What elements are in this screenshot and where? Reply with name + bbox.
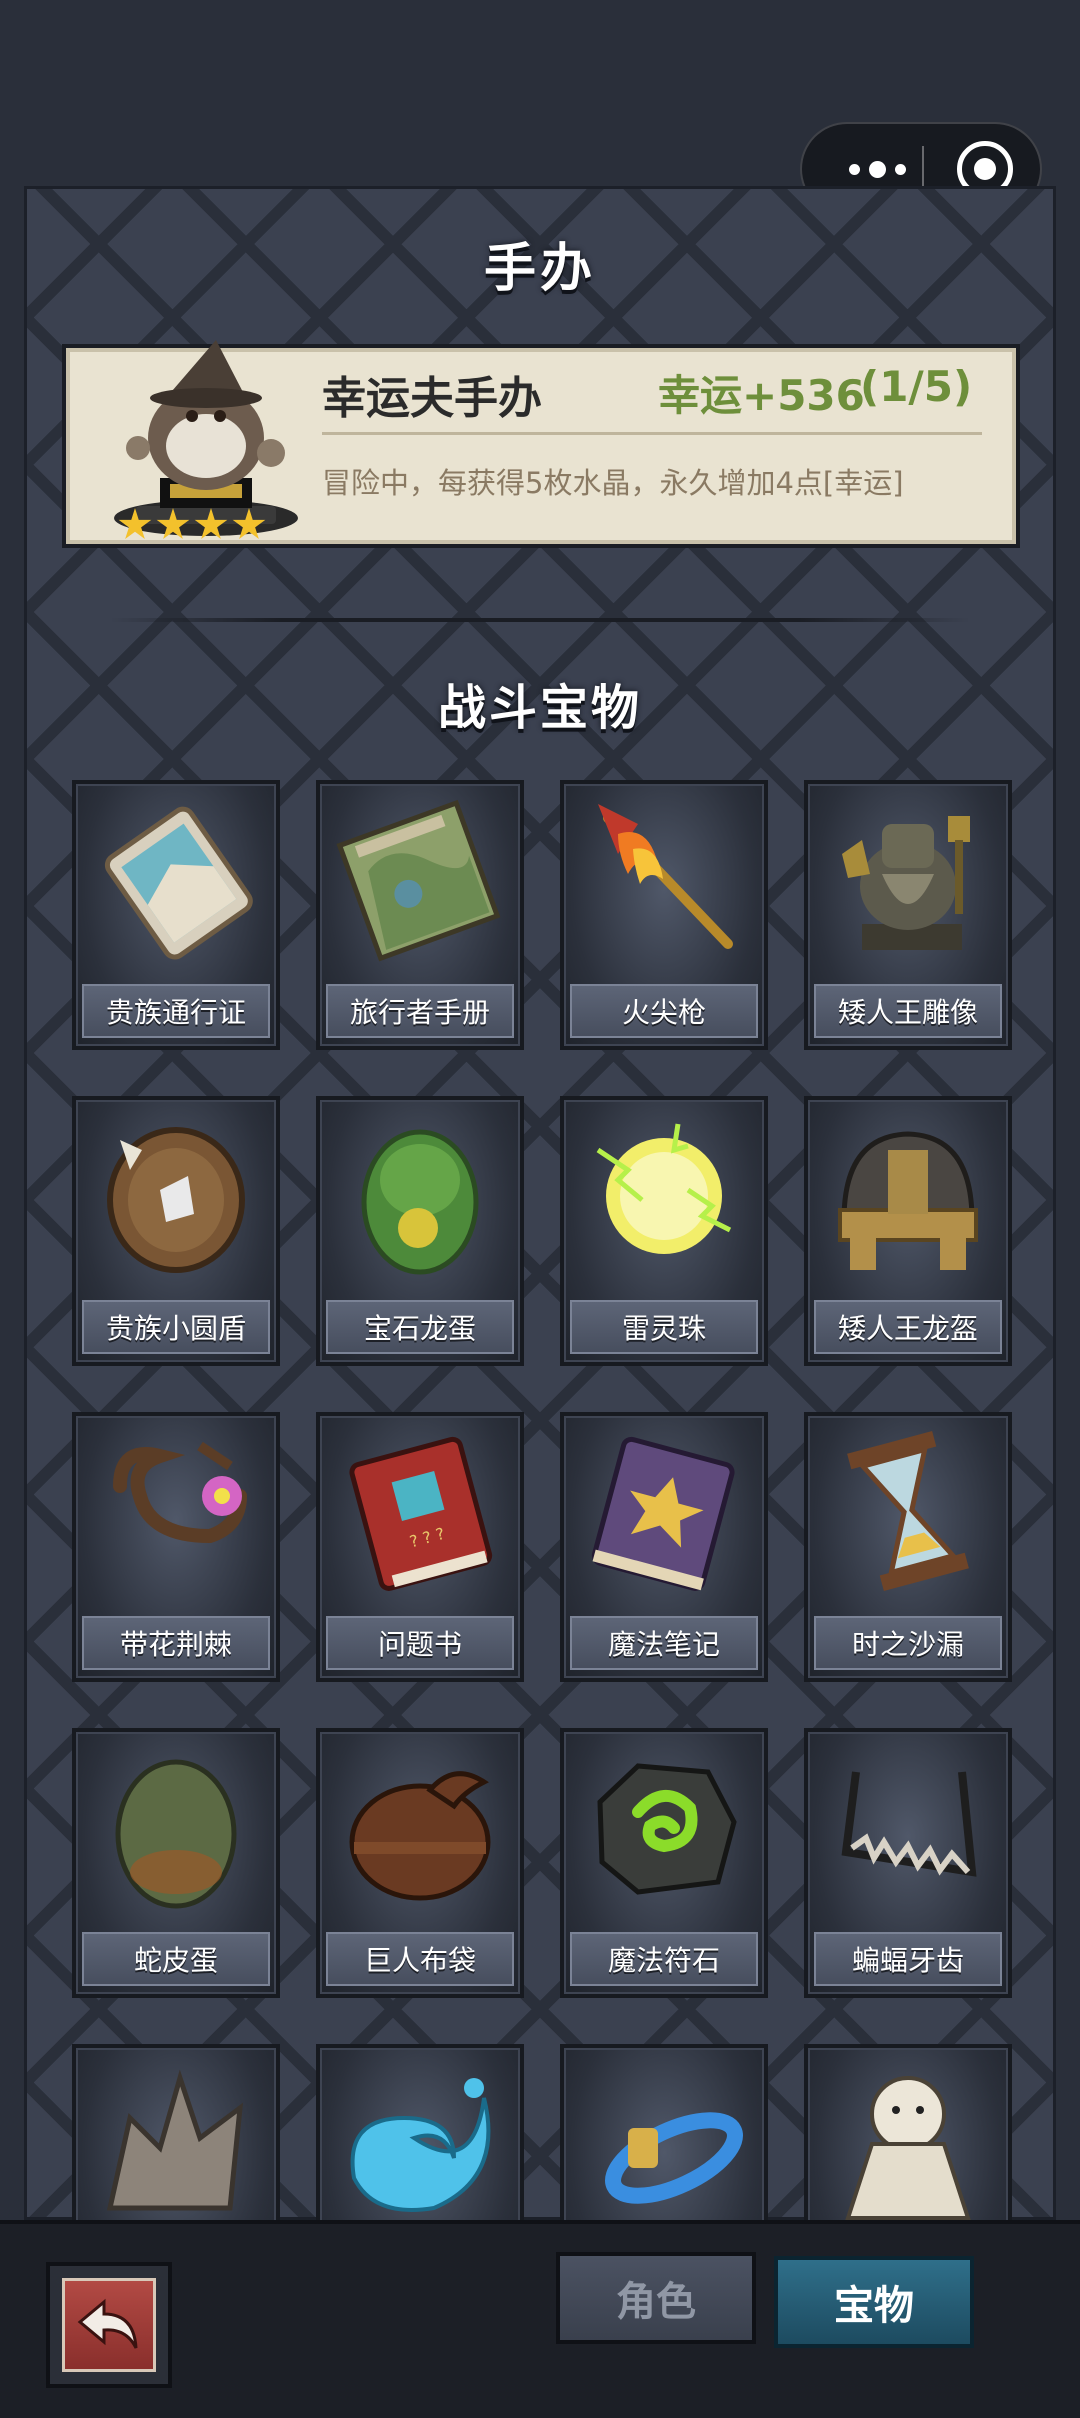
item-label: 蝙蝠牙齿 bbox=[814, 1932, 1002, 1986]
item-label: 巨人布袋 bbox=[326, 1932, 514, 1986]
treasure-item[interactable] bbox=[804, 2044, 1012, 2220]
item-label: 魔法笔记 bbox=[570, 1616, 758, 1670]
item-label: 宝石龙蛋 bbox=[326, 1300, 514, 1354]
treasure-item[interactable] bbox=[316, 2044, 524, 2220]
section-divider bbox=[110, 618, 970, 622]
thorn-flower-icon bbox=[113, 1441, 247, 1544]
treasure-item[interactable]: 蛇皮蛋 bbox=[72, 1728, 280, 1998]
back-arrow-icon bbox=[77, 2298, 138, 2349]
figure-name: 幸运夫手办 bbox=[322, 373, 542, 424]
item-label: 魔法符石 bbox=[570, 1932, 758, 1986]
treasure-item[interactable]: 宝石龙蛋 bbox=[316, 1096, 524, 1366]
figure-progress: (1/5) bbox=[860, 362, 973, 411]
treasure-item[interactable]: 时之沙漏 bbox=[804, 1412, 1012, 1682]
treasure-item[interactable]: 魔法笔记 bbox=[560, 1412, 768, 1682]
treasure-item[interactable]: 矮人王龙盔 bbox=[804, 1096, 1012, 1366]
figure-card[interactable]: 幸运夫手办 幸运+536 (1/5) 冒险中，每获得5枚水晶，永久增加4点[幸运… bbox=[62, 340, 1020, 548]
item-label: 贵族小圆盾 bbox=[82, 1300, 270, 1354]
treasure-item[interactable]: 魔法符石 bbox=[560, 1728, 768, 1998]
dwarf-helmet-icon bbox=[838, 1131, 978, 1270]
treasure-item[interactable]: 旅行者手册 bbox=[316, 780, 524, 1050]
treasure-item[interactable]: 矮人王雕像 bbox=[804, 780, 1012, 1050]
item-label: 问题书 bbox=[326, 1616, 514, 1670]
hourglass-icon bbox=[847, 1431, 969, 1591]
tab-treasure[interactable]: 宝物 bbox=[774, 2256, 974, 2348]
fire-spear-icon bbox=[598, 804, 733, 949]
treasure-item[interactable]: 蝙蝠牙齿 bbox=[804, 1728, 1012, 1998]
item-label: 带花荆棘 bbox=[82, 1616, 270, 1670]
spiky-scale-icon bbox=[106, 2069, 244, 2211]
back-button[interactable] bbox=[46, 2262, 172, 2388]
round-shield-icon bbox=[107, 1127, 245, 1273]
treasure-item[interactable] bbox=[560, 2044, 768, 2220]
water-splash-icon bbox=[350, 2078, 491, 2212]
bat-teeth-icon bbox=[841, 1771, 977, 1877]
star-icon bbox=[156, 508, 190, 539]
treasure-item[interactable] bbox=[72, 2044, 280, 2220]
item-label: 矮人王雕像 bbox=[814, 984, 1002, 1038]
page-title: 手办 bbox=[483, 239, 596, 299]
treasure-item[interactable]: ? ? ? 问题书 bbox=[316, 1412, 524, 1682]
back-button-face bbox=[62, 2278, 156, 2372]
item-label: 贵族通行证 bbox=[82, 984, 270, 1038]
item-label: 火尖枪 bbox=[570, 984, 758, 1038]
red-book-icon: ? ? ? bbox=[349, 1436, 493, 1591]
map-book-icon bbox=[336, 799, 501, 962]
magic-notebook-icon bbox=[591, 1436, 735, 1591]
star-icon bbox=[232, 508, 266, 539]
treasure-grid[interactable]: 贵族通行证 旅行者手册 火尖枪 矮人王雕像 贵族小圆盾 宝石龙蛋 雷灵珠 矮人王… bbox=[0, 780, 1080, 2220]
luck-stat: 幸运+536 bbox=[658, 371, 865, 420]
sack-icon bbox=[349, 1771, 491, 1901]
figure-divider bbox=[322, 432, 982, 435]
item-label: 时之沙漏 bbox=[814, 1616, 1002, 1670]
treasure-item[interactable]: 贵族通行证 bbox=[72, 780, 280, 1050]
star-icon bbox=[118, 508, 152, 539]
treasure-item[interactable]: 带花荆棘 bbox=[72, 1412, 280, 1682]
section-title: 战斗宝物 bbox=[437, 680, 642, 736]
snake-egg-icon bbox=[115, 1759, 237, 1909]
thunder-orb-icon bbox=[596, 1123, 732, 1254]
item-label: 旅行者手册 bbox=[326, 984, 514, 1038]
item-label: 蛇皮蛋 bbox=[82, 1932, 270, 1986]
treasure-item[interactable]: 巨人布袋 bbox=[316, 1728, 524, 1998]
rune-stone-icon bbox=[597, 1763, 737, 1895]
blue-ring-icon bbox=[605, 2112, 743, 2204]
figure-description: 冒险中，每获得5枚水晶，永久增加4点[幸运] bbox=[322, 466, 904, 500]
gem-egg-icon bbox=[361, 1129, 479, 1275]
star-icon bbox=[194, 508, 228, 539]
treasure-item[interactable]: 雷灵珠 bbox=[560, 1096, 768, 1366]
treasure-item[interactable]: 贵族小圆盾 bbox=[72, 1096, 280, 1366]
pass-card-icon bbox=[104, 806, 253, 960]
treasure-item[interactable]: 火尖枪 bbox=[560, 780, 768, 1050]
dwarf-statue-icon bbox=[842, 816, 970, 950]
tab-role[interactable]: 角色 bbox=[556, 2252, 756, 2344]
item-label: 矮人王龙盔 bbox=[814, 1300, 1002, 1354]
item-label: 雷灵珠 bbox=[570, 1300, 758, 1354]
star-rating bbox=[118, 508, 266, 542]
ghost-doll-icon bbox=[845, 2076, 971, 2220]
